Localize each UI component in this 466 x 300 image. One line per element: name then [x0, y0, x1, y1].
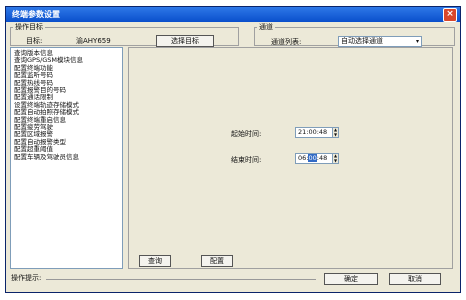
- target-group-legend: 操作目标: [15, 23, 43, 31]
- start-time-spinner[interactable]: ▲ ▼: [332, 127, 339, 138]
- select-target-button[interactable]: 选择目标: [156, 35, 214, 47]
- channel-group-legend: 通道: [259, 23, 273, 31]
- channel-select-value: 自动选择通道: [341, 37, 383, 45]
- status-divider: [46, 279, 316, 280]
- end-time-label: 结束时间:: [231, 156, 262, 164]
- list-item[interactable]: 配置车辆及驾驶员信息: [14, 153, 119, 161]
- ok-button[interactable]: 确定: [324, 273, 378, 285]
- end-time-spinner[interactable]: ▲ ▼: [332, 153, 339, 164]
- status-label: 操作提示:: [11, 274, 42, 282]
- query-button[interactable]: 查询: [139, 255, 171, 267]
- target-value: 渝AHY659: [76, 37, 111, 45]
- window-title: 终端参数设置: [12, 10, 60, 19]
- end-time-input[interactable]: 06:00:48: [295, 153, 333, 164]
- chevron-down-icon[interactable]: ▾: [416, 37, 419, 46]
- end-time-minute-selected: 00: [308, 154, 317, 162]
- start-time-input[interactable]: 21:00:48: [295, 127, 333, 138]
- channel-select[interactable]: 自动选择通道 ▾: [338, 36, 422, 47]
- terminal-params-dialog: 终端参数设置 × 操作目标 目标: 渝AHY659 选择目标 通道 通道列表: …: [5, 6, 461, 293]
- channel-list-label: 通道列表:: [271, 38, 302, 46]
- target-label: 目标:: [26, 37, 43, 45]
- end-time-second: :48: [316, 154, 328, 162]
- start-time-label: 起始时间:: [231, 130, 262, 138]
- config-button[interactable]: 配置: [201, 255, 233, 267]
- settings-panel: 起始时间: 21:00:48 ▲ ▼ 结束时间: 06:00:48 ▲ ▼ 查询 配…: [128, 47, 453, 269]
- settings-list[interactable]: 查询版本信息 查询GPS/GSM模块信息 配置终端功能 配置监听号码 配置热线号码 配置报…: [10, 47, 123, 269]
- title-bar: 终端参数设置 ×: [6, 7, 460, 22]
- cancel-button[interactable]: 取消: [389, 273, 441, 285]
- end-time-hour: 06:: [298, 154, 309, 162]
- close-icon[interactable]: ×: [443, 8, 457, 22]
